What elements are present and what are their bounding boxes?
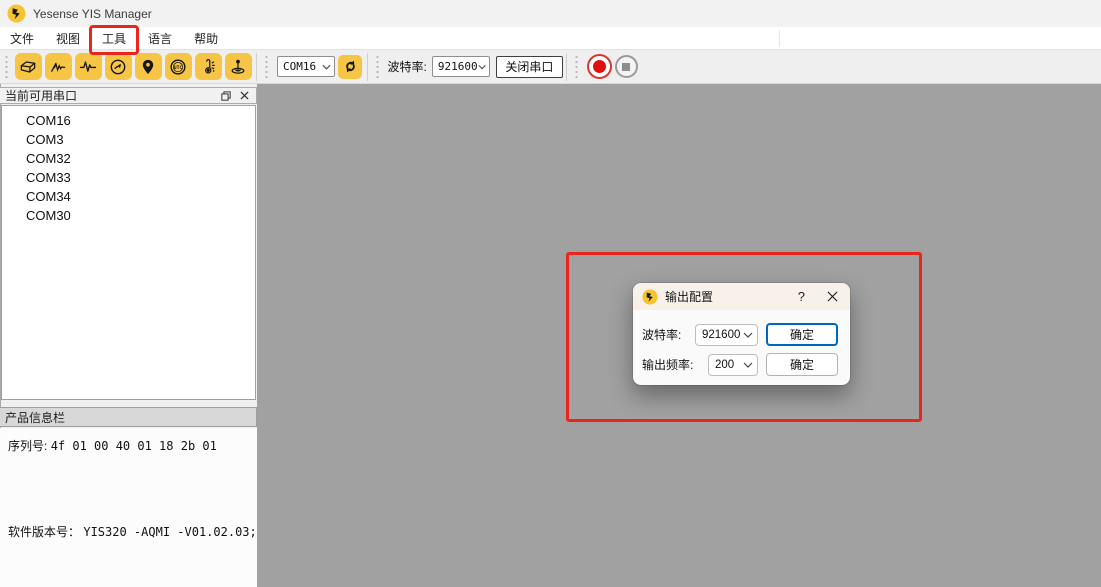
serial-ports-panel-title: 当前可用串口 <box>5 87 77 104</box>
baud-rate-label: 波特率: <box>388 58 427 75</box>
app-logo-icon <box>7 4 26 23</box>
serial-number-label: 序列号: <box>8 439 47 453</box>
close-panel-icon[interactable] <box>240 91 249 100</box>
list-item[interactable]: COM34 <box>2 187 255 206</box>
pulse-wave-icon[interactable] <box>75 53 102 80</box>
menu-language[interactable]: 语言 <box>138 26 182 51</box>
window-title: Yesense YIS Manager <box>33 7 152 21</box>
toolbar-separator <box>256 53 257 81</box>
dialog-title: 输出配置 <box>665 288 713 305</box>
gauge-icon[interactable] <box>105 53 132 80</box>
list-item[interactable]: COM3 <box>2 130 255 149</box>
list-item[interactable]: COM33 <box>2 168 255 187</box>
port-select[interactable]: COM16 <box>277 56 335 77</box>
toolbar-grip[interactable] <box>574 55 579 79</box>
svg-text:UTC: UTC <box>174 64 183 70</box>
menubar-divider <box>779 30 780 47</box>
output-rate-row: 输出频率: 200 确定 <box>642 353 838 376</box>
serial-number-value: 4f 01 00 40 01 18 2b 01 <box>51 439 217 453</box>
toolbar-grip[interactable] <box>264 55 269 79</box>
close-serial-button[interactable]: 关闭串口 <box>496 56 563 78</box>
chevron-down-icon <box>478 64 486 70</box>
thermometer-icon[interactable] <box>195 53 222 80</box>
stop-button[interactable] <box>615 55 638 78</box>
toolbar-grip[interactable] <box>375 55 380 79</box>
dialog-output-rate-label: 输出频率: <box>642 356 693 373</box>
toolbar-grip[interactable] <box>4 55 9 79</box>
menu-tools[interactable]: 工具 <box>92 26 136 51</box>
menu-view[interactable]: 视图 <box>46 26 90 51</box>
cube-3d-icon[interactable] <box>15 53 42 80</box>
software-version-value: YIS320 -AQMI -V01.02.03; <box>83 525 256 539</box>
location-pin-icon[interactable] <box>135 53 162 80</box>
serial-port-list: COM16 COM3 COM32 COM33 COM34 COM30 <box>1 105 256 400</box>
record-dot-icon <box>593 60 606 73</box>
product-info-title: 产品信息栏 <box>5 409 65 426</box>
menu-file[interactable]: 文件 <box>0 26 44 51</box>
waveform-chart-icon[interactable] <box>45 53 72 80</box>
chevron-down-icon <box>743 332 753 338</box>
dialog-output-rate-select[interactable]: 200 <box>708 354 758 376</box>
list-item[interactable]: COM16 <box>2 111 255 130</box>
app-logo-icon <box>642 289 658 305</box>
close-icon[interactable] <box>827 291 838 302</box>
menubar: 文件 视图 工具 语言 帮助 <box>0 27 1101 50</box>
dialog-help-button[interactable]: ? <box>794 289 809 304</box>
product-info-header: 产品信息栏 <box>0 407 257 427</box>
software-version-row: 软件版本号： YIS320 -AQMI -V01.02.03; <box>8 523 257 540</box>
confirm-output-rate-button[interactable]: 确定 <box>766 353 838 376</box>
utc-clock-icon[interactable]: UTC <box>165 53 192 80</box>
dialog-baud-select[interactable]: 921600 <box>695 324 758 346</box>
list-item[interactable]: COM30 <box>2 206 255 225</box>
baud-rate-row: 波特率: 921600 确定 <box>642 323 838 346</box>
titlebar: Yesense YIS Manager <box>0 0 1101 27</box>
record-button[interactable] <box>587 54 612 79</box>
toolbar-separator <box>566 53 567 81</box>
app-window: Yesense YIS Manager 文件 视图 工具 语言 帮助 <box>0 0 1101 587</box>
chevron-down-icon <box>743 362 753 368</box>
chevron-down-icon <box>322 64 331 70</box>
product-info-body: 序列号: 4f 01 00 40 01 18 2b 01 软件版本号： YIS3… <box>0 428 257 587</box>
toolbar: UTC COM16 <box>0 50 1101 84</box>
stop-square-icon <box>622 63 630 71</box>
gyro-level-icon[interactable] <box>225 53 252 80</box>
serial-ports-panel-header: 当前可用串口 <box>0 87 257 104</box>
confirm-baud-button[interactable]: 确定 <box>766 323 838 346</box>
dialog-titlebar: 输出配置 ? <box>633 283 850 310</box>
dialog-body: 波特率: 921600 确定 输出频率: 200 确定 <box>633 310 850 376</box>
float-panel-icon[interactable] <box>221 91 231 101</box>
baud-select[interactable]: 921600 <box>432 56 490 77</box>
refresh-ports-button[interactable] <box>338 55 362 79</box>
output-config-dialog: 输出配置 ? 波特率: 921600 确定 输出频率: 200 <box>633 283 850 385</box>
dialog-baud-label: 波特率: <box>642 326 681 343</box>
serial-number-row: 序列号: 4f 01 00 40 01 18 2b 01 <box>8 437 217 454</box>
toolbar-separator <box>367 53 368 81</box>
software-version-label: 软件版本号： <box>8 525 80 539</box>
menu-help[interactable]: 帮助 <box>184 26 228 51</box>
list-item[interactable]: COM32 <box>2 149 255 168</box>
